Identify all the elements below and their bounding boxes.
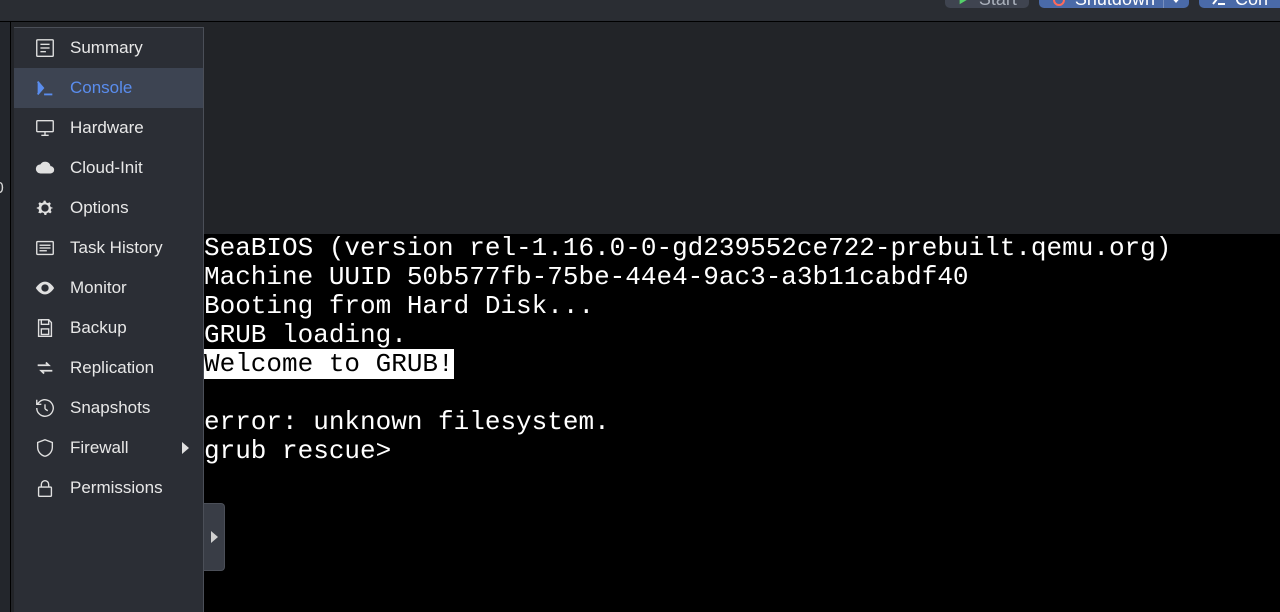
sidebar-item-label: Summary <box>70 38 143 58</box>
lock-icon <box>34 477 56 499</box>
sidebar-item-label: Cloud-Init <box>70 158 143 178</box>
sidebar-item-label: Options <box>70 198 129 218</box>
shutdown-button-label: Shutdown <box>1075 0 1155 10</box>
console-button[interactable]: Con <box>1199 0 1280 8</box>
shield-icon <box>34 437 56 459</box>
sidebar-item-snapshots[interactable]: Snapshots <box>14 388 203 428</box>
chevron-right-icon <box>211 531 218 543</box>
sidebar-item-console[interactable]: Console <box>14 68 203 108</box>
terminal-line: grub rescue> <box>204 437 1280 466</box>
monitor-icon <box>34 117 56 139</box>
gear-icon <box>34 197 56 219</box>
sidebar-item-permissions[interactable]: Permissions <box>14 468 203 508</box>
list-icon <box>34 237 56 259</box>
top-toolbar: Start Shutdown Con <box>0 0 1280 22</box>
sidebar-item-monitor[interactable]: Monitor <box>14 268 203 308</box>
left-tree-gutter: 20 3 3 3 3 3 3 3- 3- 3- <box>0 22 11 612</box>
terminal-line: Welcome to GRUB! <box>204 350 1280 379</box>
console-button-label: Con <box>1235 0 1268 10</box>
sidebar-item-backup[interactable]: Backup <box>14 308 203 348</box>
sidebar-item-label: Backup <box>70 318 127 338</box>
play-icon <box>957 0 971 6</box>
terminal-icon <box>1211 0 1227 7</box>
power-icon <box>1051 0 1067 7</box>
chevron-down-icon <box>1170 0 1182 3</box>
vm-console-output[interactable]: SeaBIOS (version rel-1.16.0-0-gd239552ce… <box>204 234 1280 612</box>
sidebar-item-options[interactable]: Options <box>14 188 203 228</box>
shutdown-button[interactable]: Shutdown <box>1039 0 1189 8</box>
start-button[interactable]: Start <box>945 0 1029 8</box>
cloud-icon <box>34 157 56 179</box>
sidebar-item-label: Replication <box>70 358 154 378</box>
sidebar-item-task-history[interactable]: Task History <box>14 228 203 268</box>
sidebar-item-label: Console <box>70 78 132 98</box>
terminal-line: SeaBIOS (version rel-1.16.0-0-gd239552ce… <box>204 234 1280 263</box>
vm-sidebar: Summary Console Hardware Cloud-Init Opti… <box>14 27 204 612</box>
history-icon <box>34 397 56 419</box>
sidebar-item-hardware[interactable]: Hardware <box>14 108 203 148</box>
terminal-line <box>204 379 1280 408</box>
sidebar-item-firewall[interactable]: Firewall <box>14 428 203 468</box>
sidebar-item-summary[interactable]: Summary <box>14 28 203 68</box>
terminal-line: error: unknown filesystem. <box>204 408 1280 437</box>
terminal-icon <box>34 77 56 99</box>
sidebar-item-label: Firewall <box>70 438 129 458</box>
shutdown-dropdown-toggle[interactable] <box>1163 0 1189 8</box>
sidebar-item-label: Hardware <box>70 118 144 138</box>
terminal-line: Machine UUID 50b577fb-75be-44e4-9ac3-a3b… <box>204 263 1280 292</box>
sidebar-item-label: Monitor <box>70 278 127 298</box>
terminal-line: Booting from Hard Disk... <box>204 292 1280 321</box>
start-button-label: Start <box>979 0 1017 10</box>
console-area: SeaBIOS (version rel-1.16.0-0-gd239552ce… <box>204 22 1280 612</box>
summary-icon <box>34 37 56 59</box>
sidebar-item-replication[interactable]: Replication <box>14 348 203 388</box>
eye-icon <box>34 277 56 299</box>
chevron-right-icon <box>182 442 189 454</box>
sidebar-item-label: Snapshots <box>70 398 150 418</box>
replication-icon <box>34 357 56 379</box>
sidebar-collapse-handle[interactable] <box>204 503 225 571</box>
sidebar-item-label: Task History <box>70 238 163 258</box>
sidebar-item-cloud-init[interactable]: Cloud-Init <box>14 148 203 188</box>
terminal-line: GRUB loading. <box>204 321 1280 350</box>
gutter-frag: 20 <box>0 180 4 198</box>
sidebar-item-label: Permissions <box>70 478 163 498</box>
save-icon <box>34 317 56 339</box>
